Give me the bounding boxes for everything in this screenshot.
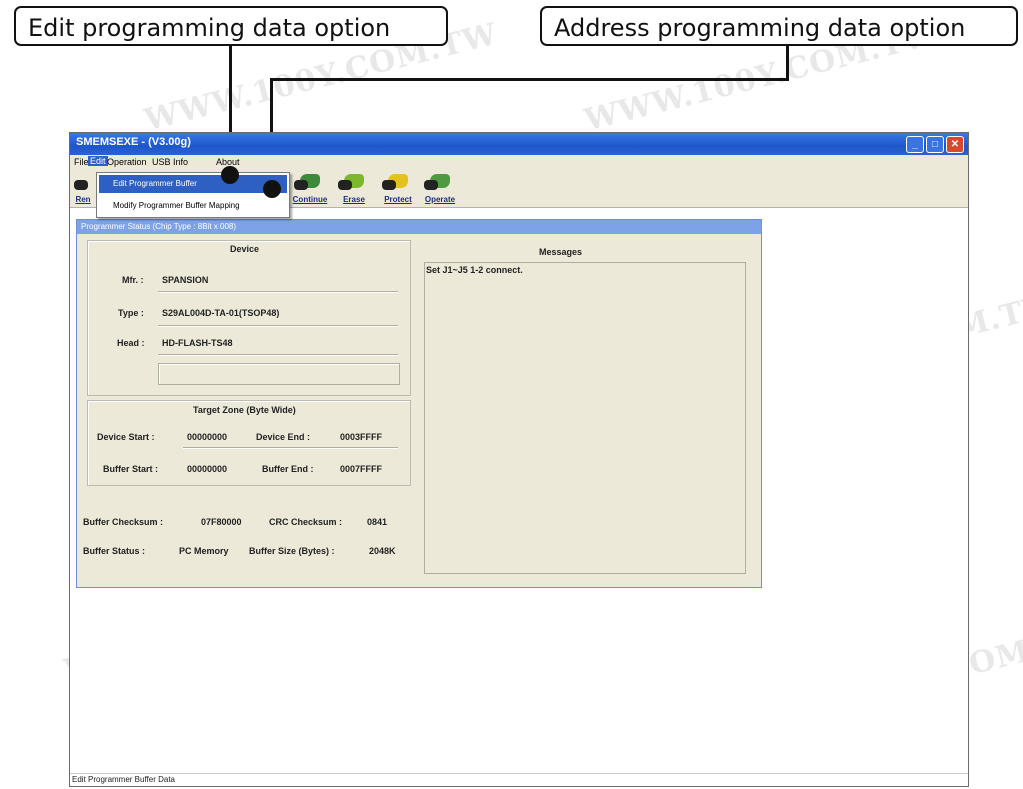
- crc-checksum-value: 0841: [367, 517, 388, 527]
- messages-heading: Messages: [539, 247, 583, 257]
- device-end-value: 0003FFFF: [340, 432, 383, 442]
- menu-bar: File Edit Operation USB Info About: [70, 155, 968, 169]
- panel-title: Programmer Status (Chip Type : 8Bit x 00…: [77, 220, 761, 234]
- menu-item-modify-buffer-mapping[interactable]: Modify Programmer Buffer Mapping: [99, 197, 287, 215]
- toolbar-button-continue[interactable]: Continue: [288, 172, 332, 204]
- device-start-value: 00000000: [187, 432, 228, 442]
- buffer-end-label: Buffer End :: [262, 464, 314, 474]
- title-bar: SMEMSEXE - (V3.00g) _ □ ✕: [70, 133, 968, 155]
- toolbar-label: Operate: [424, 195, 456, 204]
- callout-pointer-dot: [221, 166, 239, 184]
- head-extra-field: [158, 363, 400, 385]
- head-label: Head :: [117, 338, 145, 348]
- toolbar-label: Continue: [292, 195, 328, 204]
- maximize-icon[interactable]: □: [926, 136, 944, 153]
- window-title: SMEMSEXE - (V3.00g): [76, 136, 191, 148]
- callout-leader-line: [786, 46, 789, 80]
- toolbar-label: Ren: [75, 195, 91, 204]
- callout-leader-line: [270, 78, 789, 81]
- buffer-status-value: PC Memory: [179, 546, 229, 556]
- edit-menu-dropdown: Edit Programmer Buffer Modify Programmer…: [96, 172, 290, 218]
- chip-icon: [294, 180, 308, 190]
- target-zone-heading: Target Zone (Byte Wide): [193, 405, 296, 415]
- mfr-field: [158, 291, 398, 293]
- status-bar: Edit Programmer Buffer Data: [70, 773, 968, 786]
- device-heading: Device: [230, 244, 260, 254]
- device-start-label: Device Start :: [97, 432, 155, 442]
- crc-checksum-label: CRC Checksum :: [269, 517, 343, 527]
- chip-icon: [424, 180, 438, 190]
- chip-icon: [382, 180, 396, 190]
- mfr-value: SPANSION: [162, 275, 209, 285]
- buffer-checksum-label: Buffer Checksum :: [83, 517, 164, 527]
- messages-box: Set J1~J5 1-2 connect.: [424, 262, 746, 574]
- buffer-start-label: Buffer Start :: [103, 464, 159, 474]
- toolbar-button-erase[interactable]: Erase: [332, 172, 376, 204]
- mfr-label: Mfr. :: [122, 275, 144, 285]
- close-icon[interactable]: ✕: [946, 136, 964, 153]
- buffer-start-value: 00000000: [187, 464, 228, 474]
- buffer-status-label: Buffer Status :: [83, 546, 146, 556]
- type-label: Type :: [118, 308, 144, 318]
- minimize-icon[interactable]: _: [906, 136, 924, 153]
- buffer-end-value: 0007FFFF: [340, 464, 383, 474]
- toolbar-label: Protect: [384, 195, 412, 204]
- head-value: HD-FLASH-TS48: [162, 338, 233, 348]
- menu-file[interactable]: File: [74, 157, 89, 167]
- buffer-size-label: Buffer Size (Bytes) :: [249, 546, 335, 556]
- type-field: [158, 325, 398, 327]
- toolbar-button-ren[interactable]: Ren: [72, 172, 94, 204]
- buffer-size-value: 2048K: [369, 546, 396, 556]
- toolbar-button-operate[interactable]: Operate: [418, 172, 462, 204]
- callout-pointer-dot: [263, 180, 281, 198]
- message-text: Set J1~J5 1-2 connect.: [426, 265, 523, 275]
- device-range-field: [183, 447, 398, 449]
- head-field: [158, 354, 398, 356]
- device-end-label: Device End :: [256, 432, 311, 442]
- menu-operation[interactable]: Operation: [107, 157, 147, 167]
- toolbar-button-protect[interactable]: Protect: [376, 172, 420, 204]
- type-value: S29AL004D-TA-01(TSOP48): [162, 308, 280, 318]
- menu-usb-info[interactable]: USB Info: [152, 157, 188, 167]
- address-option-callout: Address programming data option: [540, 6, 1018, 46]
- edit-option-callout: Edit programming data option: [14, 6, 448, 46]
- chip-icon: [338, 180, 352, 190]
- buffer-checksum-value: 07F80000: [201, 517, 242, 527]
- chip-icon: [74, 180, 88, 190]
- device-group: Device Mfr. : SPANSION Type : S29AL004D-…: [87, 240, 411, 396]
- toolbar-label: Erase: [343, 195, 365, 204]
- menu-item-edit-programmer-buffer[interactable]: Edit Programmer Buffer: [99, 175, 287, 193]
- target-zone-group: Target Zone (Byte Wide) Device Start : 0…: [87, 400, 411, 486]
- programmer-status-panel: Programmer Status (Chip Type : 8Bit x 00…: [76, 219, 762, 588]
- menu-edit[interactable]: Edit: [88, 156, 108, 166]
